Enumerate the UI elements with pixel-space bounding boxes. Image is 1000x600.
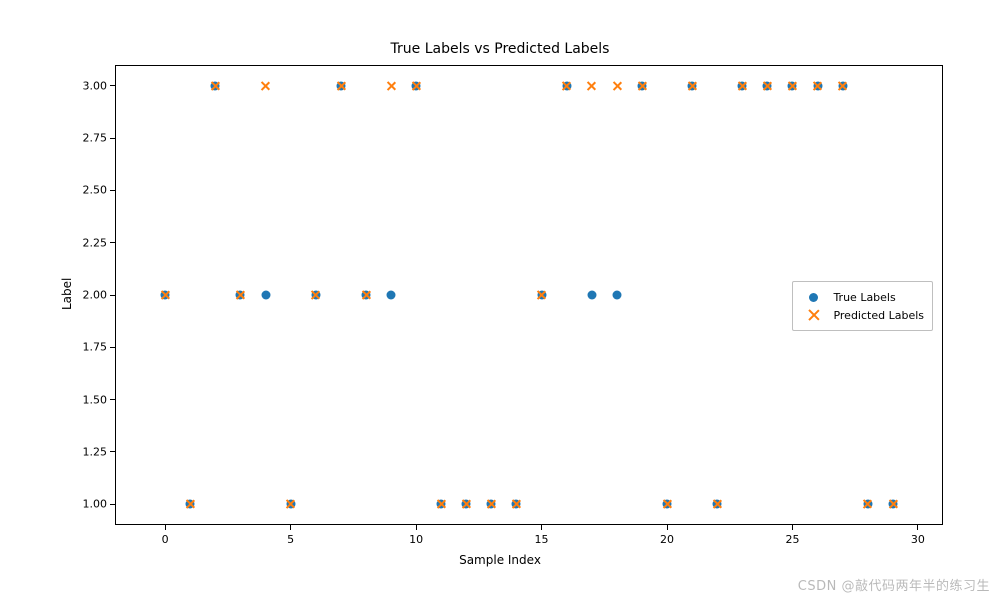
legend-swatch-circle [801,290,825,304]
point-pred [586,80,597,91]
point-pred [712,499,723,510]
y-tick-label: 1.00 [75,498,107,511]
point-pred [436,499,447,510]
point-pred [260,80,271,91]
x-tick [667,525,668,530]
x-tick [165,525,166,530]
point-pred [636,80,647,91]
y-tick [110,347,115,348]
point-pred [887,499,898,510]
y-tick-label: 1.25 [75,445,107,458]
x-tick-label: 10 [409,533,423,546]
x-tick-label: 30 [911,533,925,546]
point-pred [837,80,848,91]
y-tick [110,242,115,243]
x-tick [541,525,542,530]
point-pred [285,499,296,510]
point-true [612,291,621,300]
y-tick-label: 1.75 [75,341,107,354]
point-pred [461,499,472,510]
y-tick [110,295,115,296]
x-tick-label: 15 [535,533,549,546]
point-pred [862,499,873,510]
y-tick-label: 2.75 [75,132,107,145]
y-tick-label: 3.00 [75,79,107,92]
point-pred [511,499,522,510]
point-pred [185,499,196,510]
point-pred [561,80,572,91]
point-pred [486,499,497,510]
chart-title: True Labels vs Predicted Labels [0,41,1000,57]
figure: True Labels vs Predicted Labels Sample I… [0,0,1000,600]
y-tick [110,399,115,400]
legend-entry-pred: Predicted Labels [801,306,924,324]
point-true [387,291,396,300]
x-tick [416,525,417,530]
legend-label-true: True Labels [833,291,895,304]
x-tick-label: 0 [162,533,169,546]
point-true [261,291,270,300]
x-tick-label: 20 [660,533,674,546]
point-true [587,291,596,300]
y-tick [110,138,115,139]
y-tick-label: 2.50 [75,184,107,197]
point-pred [812,80,823,91]
y-tick-label: 1.50 [75,393,107,406]
point-pred [360,290,371,301]
point-pred [160,290,171,301]
x-axis-label: Sample Index [0,553,1000,567]
x-tick [792,525,793,530]
y-tick [110,190,115,191]
y-axis-label: Label [60,278,74,310]
point-pred [662,499,673,510]
point-pred [210,80,221,91]
y-tick [110,451,115,452]
legend-swatch-x [801,308,825,322]
x-tick-label: 5 [287,533,294,546]
y-tick-label: 2.00 [75,289,107,302]
y-tick [110,504,115,505]
watermark: CSDN @敲代码两年半的练习生 [798,575,990,594]
point-pred [310,290,321,301]
point-pred [411,80,422,91]
point-pred [235,290,246,301]
legend: True Labels Predicted Labels [792,281,933,331]
y-tick-label: 2.25 [75,236,107,249]
point-pred [687,80,698,91]
point-pred [386,80,397,91]
y-tick [110,85,115,86]
x-tick [917,525,918,530]
legend-label-pred: Predicted Labels [833,309,924,322]
legend-entry-true: True Labels [801,288,924,306]
point-pred [787,80,798,91]
point-pred [335,80,346,91]
x-tick [290,525,291,530]
point-pred [611,80,622,91]
x-tick-label: 25 [785,533,799,546]
point-pred [762,80,773,91]
point-pred [536,290,547,301]
point-pred [737,80,748,91]
